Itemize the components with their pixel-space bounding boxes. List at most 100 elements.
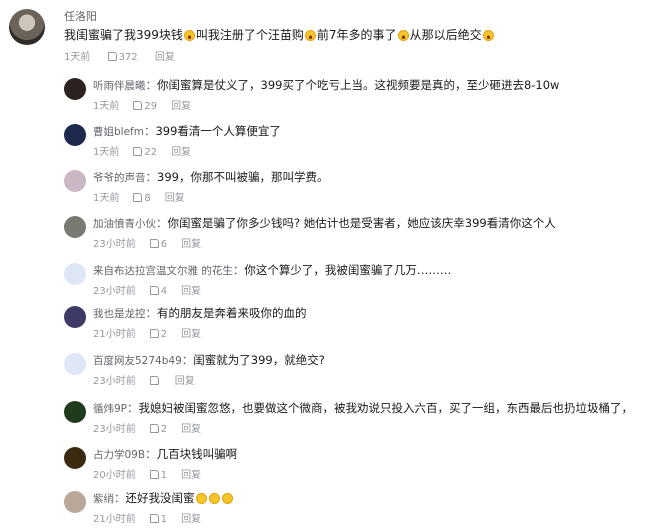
reply-like-button[interactable]: 2 xyxy=(149,424,168,435)
reply-separator: ： xyxy=(181,353,194,367)
reply-like-button[interactable]: 1 xyxy=(149,470,167,481)
reply-like-button[interactable] xyxy=(149,376,161,387)
thumbs-up-icon xyxy=(149,424,159,433)
reply-time: 23小时前 xyxy=(93,286,136,297)
reply-item: 爷爷的声音：399，你那不叫被骗，那叫学费。 1天前 8 回复 xyxy=(64,169,650,211)
reply-button[interactable]: 回复 xyxy=(181,420,201,435)
reply-item: 循炜9P：我媳妇被闺蜜忽悠，也要做这个微商，被我劝说只投入六百，买了一组，东西最… xyxy=(64,400,650,442)
reply-username[interactable]: 听雨伴晨曦 xyxy=(93,80,146,92)
reply-content: 你闺蜜是骗了你多少钱吗? 她估计也是受害者，她应该庆幸399看清你这个人 xyxy=(167,216,556,230)
thumbs-up-icon xyxy=(133,193,143,202)
reply-like-count: 2 xyxy=(160,424,168,435)
reply-button[interactable]: 回复 xyxy=(171,143,191,158)
reply-button[interactable]: 回复 xyxy=(165,189,185,204)
reply-avatar[interactable] xyxy=(64,401,86,423)
reply-meta: 1天前 22 回复 xyxy=(93,143,191,158)
main-avatar[interactable] xyxy=(9,9,45,45)
thumbs-up-icon xyxy=(133,101,143,110)
reply-like-count: 8 xyxy=(144,193,151,204)
reply-time: 20小时前 xyxy=(93,470,136,481)
reply-like-button[interactable]: 2 xyxy=(149,329,167,340)
reply-text-line: 来自布达拉宫温文尔雅 的花生：你这个算少了，我被闺蜜骗了几万……… xyxy=(93,262,451,279)
reply-text-line: 占力学09B：几百块钱叫骗啊 xyxy=(93,446,237,463)
smile-emoji-icon xyxy=(208,493,220,504)
reply-like-button[interactable]: 6 xyxy=(149,239,168,250)
reply-like-button[interactable]: 8 xyxy=(133,193,151,204)
reply-avatar[interactable] xyxy=(64,353,86,375)
smile-emoji-icon xyxy=(195,493,207,504)
reply-content: 399看清一个人算便宜了 xyxy=(155,124,281,138)
reply-item: 占力学09B：几百块钱叫骗啊 20小时前 1 回复 xyxy=(64,446,650,488)
reply-content: 还好我没闺蜜 xyxy=(125,491,195,505)
reply-item: 加油憤青小伙：你闺蜜是骗了你多少钱吗? 她估计也是受害者，她应该庆幸399看清你… xyxy=(64,215,650,257)
reply-time: 1天前 xyxy=(93,101,120,112)
reply-username[interactable]: 爷爷的声音 xyxy=(93,172,146,184)
reply-like-count: 4 xyxy=(160,286,168,297)
thumbs-up-icon xyxy=(149,514,159,523)
main-username[interactable]: 任洛阳 xyxy=(64,8,97,24)
reply-text-line: 曹姐blefm：399看清一个人算便宜了 xyxy=(93,123,281,140)
reply-text-line: 循炜9P：我媳妇被闺蜜忽悠，也要做这个微商，被我劝说只投入六百，买了一组，东西最… xyxy=(93,400,633,417)
main-like-button[interactable]: 372 xyxy=(107,52,138,63)
reply-like-count: 29 xyxy=(144,101,158,112)
reply-username[interactable]: 来自布达拉宫温文尔雅 的花生 xyxy=(93,265,233,277)
reply-separator: ： xyxy=(232,263,245,277)
reply-username[interactable]: 占力学09B xyxy=(93,449,145,461)
reply-username[interactable]: 紫绡 xyxy=(93,493,114,505)
reply-text-line: 我也是龙控：有的朋友是奔着来吸你的血的 xyxy=(93,305,307,322)
main-content-seg-2: 叫我注册了个汪苗购 xyxy=(195,28,304,42)
reply-meta: 1天前 8 回复 xyxy=(93,189,185,204)
reply-content: 399，你那不叫被骗，那叫学费。 xyxy=(157,170,329,184)
reply-avatar[interactable] xyxy=(64,263,86,285)
thumbs-up-icon xyxy=(149,470,159,479)
reply-button[interactable]: 回复 xyxy=(181,466,201,481)
reply-item: 我也是龙控：有的朋友是奔着来吸你的血的 21小时前 2 回复 xyxy=(64,305,650,347)
reply-meta: 21小时前 1 回复 xyxy=(93,510,201,525)
reply-button[interactable]: 回复 xyxy=(181,325,201,340)
reply-item: 百度网友5274b49：闺蜜就为了399，就绝交? 23小时前 回复 xyxy=(64,352,650,394)
reply-avatar[interactable] xyxy=(64,78,86,100)
reply-avatar[interactable] xyxy=(64,216,86,238)
reply-separator: ： xyxy=(145,306,158,320)
reply-like-button[interactable]: 22 xyxy=(133,147,157,158)
reply-like-count: 6 xyxy=(160,239,168,250)
reply-avatar[interactable] xyxy=(64,306,86,328)
reply-time: 21小时前 xyxy=(93,329,136,340)
thumbs-up-icon xyxy=(149,376,159,385)
reply-meta: 1天前 29 回复 xyxy=(93,97,191,112)
reply-time: 23小时前 xyxy=(93,424,136,435)
reply-username[interactable]: 加油憤青小伙 xyxy=(93,218,156,230)
reply-time: 23小时前 xyxy=(93,376,136,387)
main-content-seg-4: 从那以后绝交 xyxy=(409,28,482,42)
reply-like-count: 22 xyxy=(144,147,158,158)
reply-avatar[interactable] xyxy=(64,447,86,469)
main-content-seg-3: 前7年多的事了 xyxy=(316,28,397,42)
reply-like-button[interactable]: 29 xyxy=(133,101,157,112)
reply-meta: 23小时前 2 回复 xyxy=(93,420,201,435)
reply-username[interactable]: 曹姐blefm xyxy=(93,126,144,138)
reply-content: 有的朋友是奔着来吸你的血的 xyxy=(157,306,307,320)
main-reply-button[interactable]: 回复 xyxy=(155,52,175,63)
reply-button[interactable]: 回复 xyxy=(181,510,201,525)
reply-separator: ： xyxy=(114,491,126,505)
reply-item: 听雨伴晨曦：你闺蜜算是仗义了，399买了个吃亏上当。这视频要是真的，至少砸进去8… xyxy=(64,77,650,119)
reply-time: 23小时前 xyxy=(93,239,136,250)
smile-emoji-icon xyxy=(221,493,233,504)
reply-username[interactable]: 循炜9P xyxy=(93,403,127,415)
reply-item: 紫绡：还好我没闺蜜 21小时前 1 回复 xyxy=(64,490,650,532)
reply-username[interactable]: 我也是龙控 xyxy=(93,308,146,320)
reply-button[interactable]: 回复 xyxy=(171,97,191,112)
reply-username[interactable]: 百度网友5274b49 xyxy=(93,355,182,367)
reply-button[interactable]: 回复 xyxy=(175,372,195,387)
reply-time: 21小时前 xyxy=(93,514,136,525)
reply-meta: 23小时前 回复 xyxy=(93,372,195,387)
reply-button[interactable]: 回复 xyxy=(181,235,201,250)
reply-avatar[interactable] xyxy=(64,491,86,513)
reply-like-button[interactable]: 4 xyxy=(149,286,168,297)
reply-button[interactable]: 回复 xyxy=(181,282,201,297)
reply-avatar[interactable] xyxy=(64,124,86,146)
reply-meta: 21小时前 2 回复 xyxy=(93,325,201,340)
reply-content: 你闺蜜算是仗义了，399买了个吃亏上当。这视频要是真的，至少砸进去8-10w xyxy=(157,78,560,92)
reply-like-button[interactable]: 1 xyxy=(149,514,167,525)
reply-avatar[interactable] xyxy=(64,170,86,192)
